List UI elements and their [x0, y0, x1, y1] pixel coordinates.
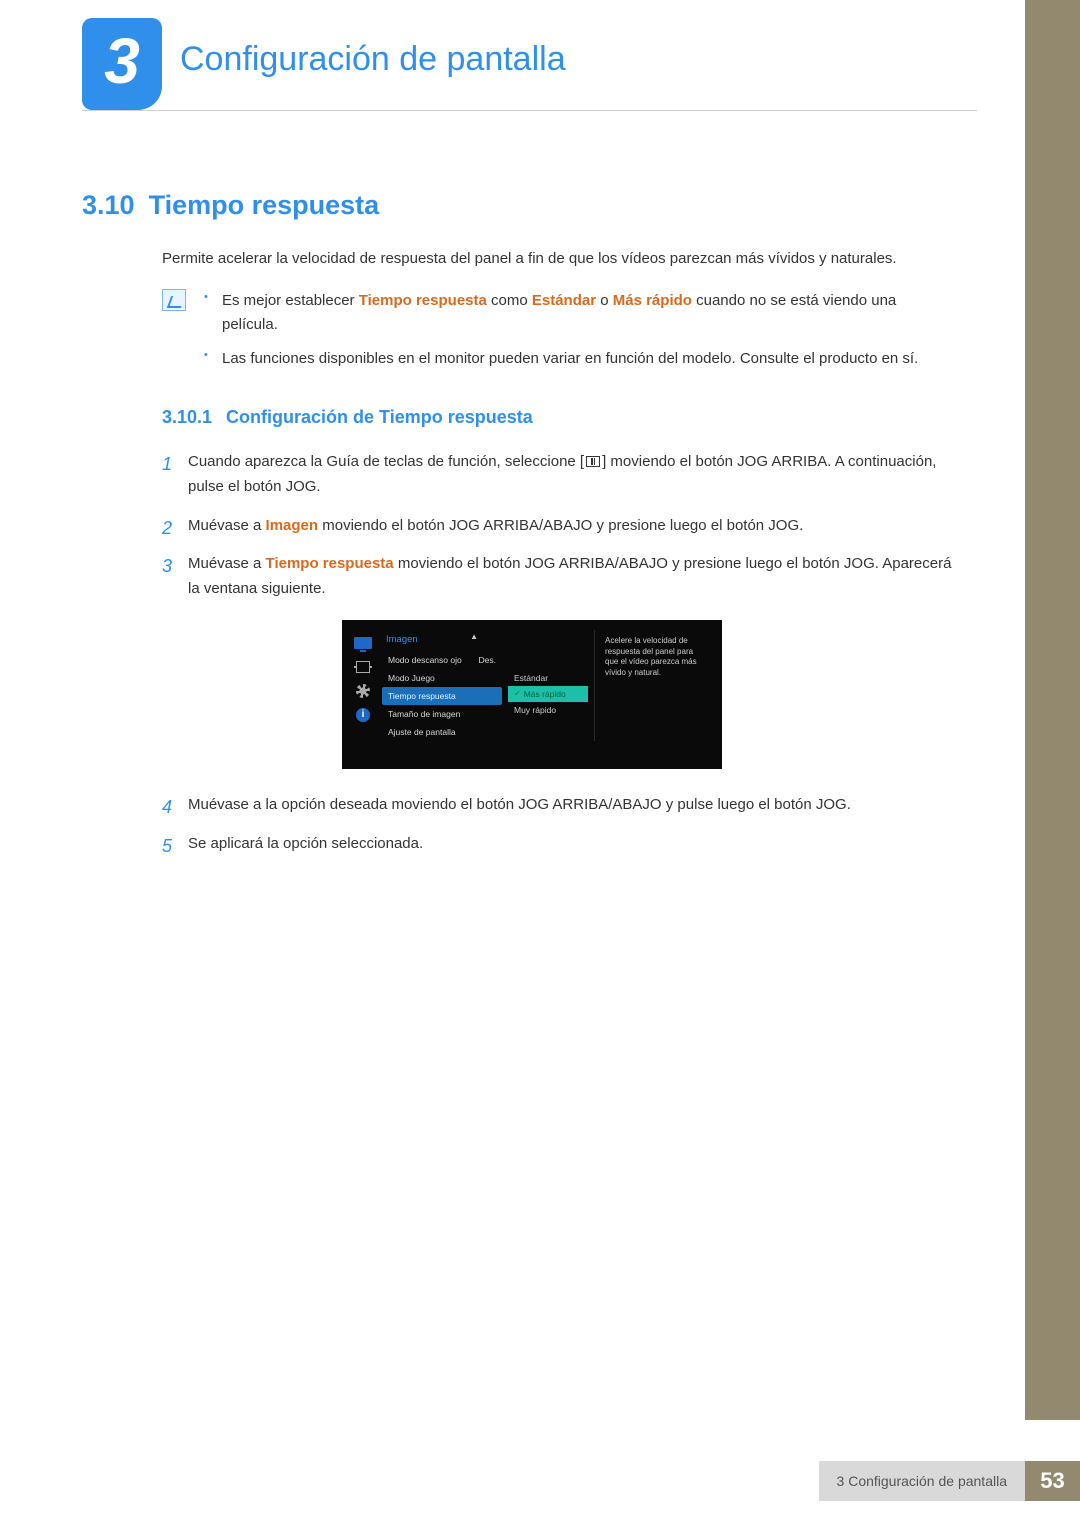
- step-number: 3: [162, 552, 172, 582]
- highlight: Imagen: [266, 517, 319, 534]
- osd-menu-item: Ajuste de pantalla: [382, 723, 502, 741]
- footer-page-number: 53: [1025, 1461, 1080, 1501]
- osd-menu-item: Modo descanso ojoDes.: [382, 651, 502, 669]
- section-heading: 3.10 Tiempo respuesta: [82, 190, 952, 221]
- step-item: 4 Muévase a la opción deseada moviendo e…: [162, 793, 952, 818]
- osd-screenshot: i Imagen▲ Modo descanso ojoDes. Modo Jue…: [342, 620, 722, 769]
- section-number: 3.10: [82, 190, 135, 220]
- info-icon: i: [354, 708, 372, 722]
- osd-option: Estándar: [508, 670, 588, 686]
- note-icon: [162, 289, 186, 311]
- subsection-title: Configuración de Tiempo respuesta: [226, 407, 533, 427]
- step-item: 2 Muévase a Imagen moviendo el botón JOG…: [162, 514, 952, 539]
- chapter-title: Configuración de pantalla: [180, 40, 566, 79]
- menu-icon: [586, 456, 600, 467]
- side-stripe: [1025, 0, 1080, 1420]
- osd-sidebar: i: [352, 630, 374, 741]
- osd-description: Acelere la velocidad de respuesta del pa…: [594, 630, 712, 741]
- chevron-up-icon: ▲: [470, 632, 478, 641]
- step-item: 1 Cuando aparezca la Guía de teclas de f…: [162, 450, 952, 500]
- osd-option: Muy rápido: [508, 702, 588, 718]
- resize-icon: [354, 660, 372, 674]
- step-item: 5 Se aplicará la opción seleccionada.: [162, 832, 952, 857]
- gear-icon: [354, 684, 372, 698]
- subsection-heading: 3.10.1 Configuración de Tiempo respuesta: [162, 407, 952, 428]
- steps-list: 1 Cuando aparezca la Guía de teclas de f…: [162, 450, 952, 602]
- subsection-number: 3.10.1: [162, 407, 212, 427]
- osd-menu: Imagen▲ Modo descanso ojoDes. Modo Juego…: [382, 630, 502, 741]
- footer-chapter-label: 3 Configuración de pantalla: [819, 1461, 1025, 1501]
- highlight: Tiempo respuesta: [266, 555, 394, 572]
- chapter-number-badge: 3: [82, 18, 162, 110]
- note-item: Las funciones disponibles en el monitor …: [204, 347, 952, 371]
- osd-menu-item-selected: Tiempo respuesta: [382, 687, 502, 705]
- highlight: Tiempo respuesta: [359, 292, 487, 309]
- divider: [82, 110, 977, 111]
- osd-menu-item: Modo Juego: [382, 669, 502, 687]
- note-block: Es mejor establecer Tiempo respuesta com…: [162, 289, 952, 381]
- step-number: 4: [162, 793, 172, 823]
- page-footer: 3 Configuración de pantalla 53: [0, 1461, 1080, 1501]
- step-number: 5: [162, 832, 172, 862]
- osd-submenu: Estándar Más rápido Muy rápido: [508, 630, 588, 741]
- monitor-icon: [354, 636, 372, 650]
- steps-list-cont: 4 Muévase a la opción deseada moviendo e…: [162, 793, 952, 857]
- step-number: 1: [162, 450, 172, 480]
- osd-menu-header: Imagen▲: [382, 630, 502, 651]
- highlight: Más rápido: [613, 292, 692, 309]
- section-intro: Permite acelerar la velocidad de respues…: [162, 247, 952, 271]
- note-item: Es mejor establecer Tiempo respuesta com…: [204, 289, 952, 337]
- section-title: Tiempo respuesta: [149, 190, 380, 220]
- osd-menu-item: Tamaño de imagen: [382, 705, 502, 723]
- note-list: Es mejor establecer Tiempo respuesta com…: [204, 289, 952, 381]
- step-item: 3 Muévase a Tiempo respuesta moviendo el…: [162, 552, 952, 602]
- osd-option-selected: Más rápido: [508, 686, 588, 702]
- highlight: Estándar: [532, 292, 596, 309]
- step-number: 2: [162, 514, 172, 544]
